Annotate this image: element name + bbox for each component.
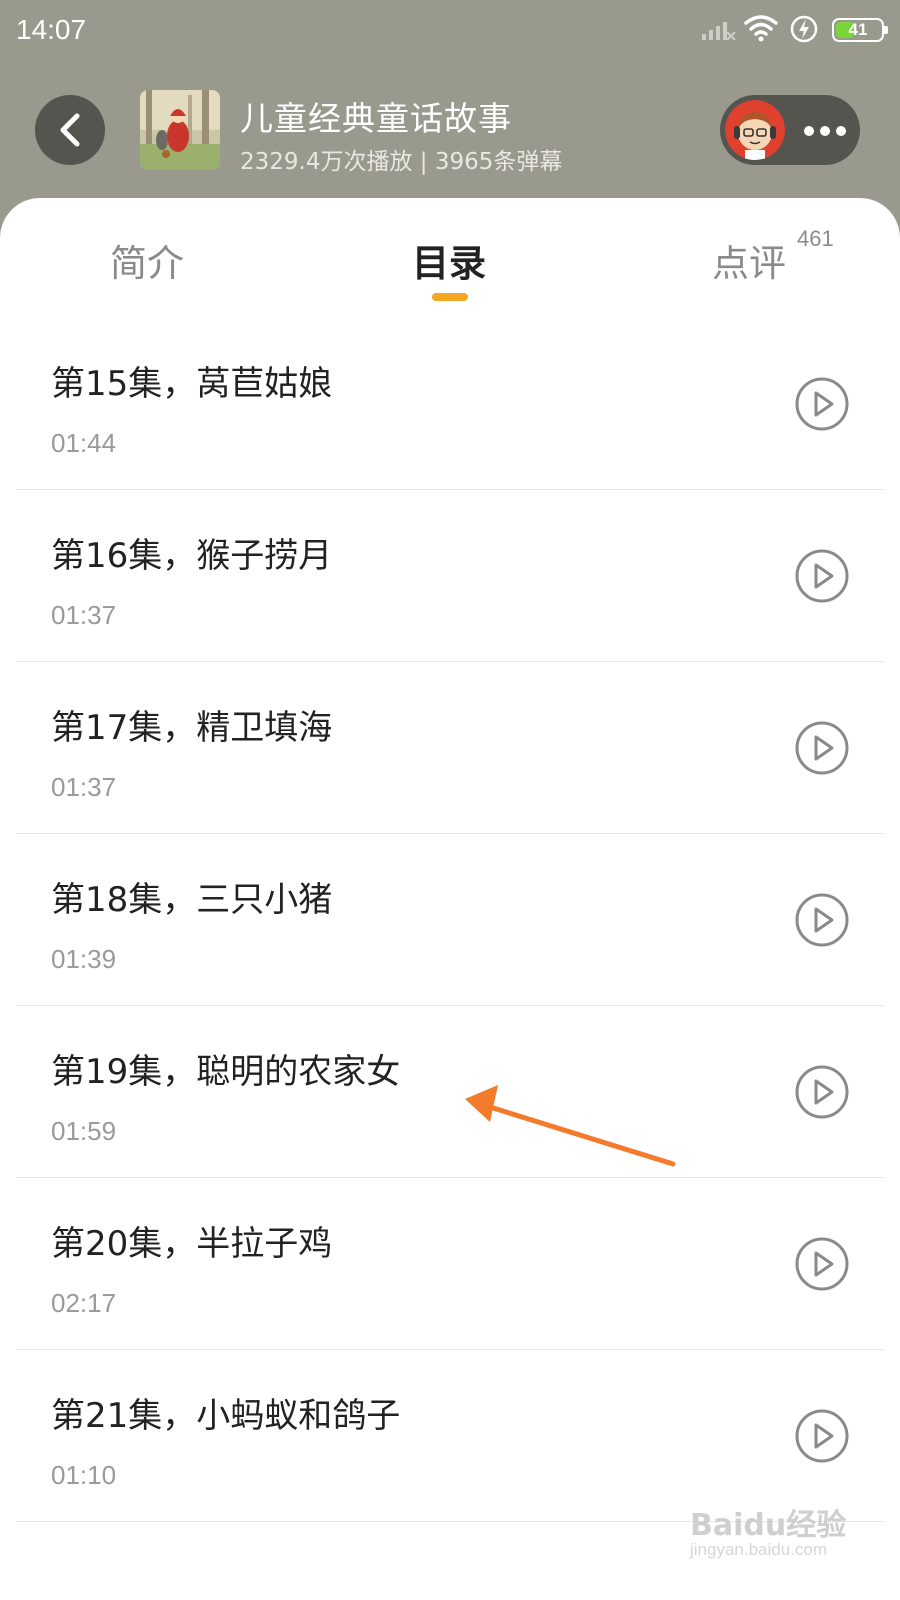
tab-catalog[interactable]: 目录 xyxy=(412,233,486,287)
episode-item[interactable]: 第15集，莴苣姑娘 01:44 xyxy=(16,318,884,490)
status-time: 14:07 xyxy=(16,14,87,45)
episode-title: 第20集，半拉子鸡 xyxy=(51,1224,333,1264)
header-actions xyxy=(720,95,860,165)
album-stats: 2329.4万次播放 | 3965条弹幕 xyxy=(240,149,563,175)
episode-title: 第21集，小蚂蚁和鸽子 xyxy=(51,1396,401,1436)
episode-duration: 01:10 xyxy=(51,1460,117,1490)
avatar[interactable] xyxy=(725,100,785,160)
episode-duration: 01:37 xyxy=(51,772,117,802)
episode-item[interactable]: 第18集，三只小猪 01:39 xyxy=(16,834,884,1006)
play-icon[interactable] xyxy=(794,1236,850,1292)
episode-duration: 01:44 xyxy=(51,428,117,458)
episode-title: 第17集，精卫填海 xyxy=(51,708,333,748)
play-icon[interactable] xyxy=(794,1064,850,1120)
play-icon[interactable] xyxy=(794,376,850,432)
content-card: 简介 目录 点评 461 第15集，莴苣姑娘 01:44 第16集，猴子捞月 0… xyxy=(0,198,900,1600)
battery-level: 41 xyxy=(848,20,868,39)
episode-title: 第19集，聪明的农家女 xyxy=(51,1052,401,1092)
episode-duration: 01:39 xyxy=(51,944,117,974)
play-icon[interactable] xyxy=(794,548,850,604)
episode-duration: 01:59 xyxy=(51,1116,117,1146)
episode-duration: 01:37 xyxy=(51,600,117,630)
episode-item[interactable]: 第19集，聪明的农家女 01:59 xyxy=(16,1006,884,1178)
more-button[interactable] xyxy=(790,95,860,165)
episode-title: 第15集，莴苣姑娘 xyxy=(51,364,333,404)
watermark-logo: Baidu经验 xyxy=(690,1508,847,1543)
episode-title: 第16集，猴子捞月 xyxy=(51,536,333,576)
episode-item[interactable]: 第21集，小蚂蚁和鸽子 01:10 xyxy=(16,1350,884,1522)
play-icon[interactable] xyxy=(794,1408,850,1464)
battery-indicator: 41 xyxy=(832,18,888,42)
charge-icon xyxy=(790,15,818,43)
review-count-badge: 461 xyxy=(797,226,834,251)
tab-intro[interactable]: 简介 xyxy=(110,233,184,287)
play-icon[interactable] xyxy=(794,720,850,776)
album-title: 儿童经典童话故事 xyxy=(240,99,512,138)
status-bar: 14:07 41 xyxy=(0,0,900,64)
signal-icon xyxy=(702,22,736,41)
wifi-icon xyxy=(744,15,778,42)
episode-duration: 02:17 xyxy=(51,1288,117,1318)
play-icon[interactable] xyxy=(794,892,850,948)
watermark-url: jingyan.baidu.com xyxy=(690,1540,828,1559)
episode-item[interactable]: 第17集，精卫填海 01:37 xyxy=(16,662,884,834)
more-icon xyxy=(804,126,814,136)
episode-list: 第15集，莴苣姑娘 01:44 第16集，猴子捞月 01:37 第17集，精卫填… xyxy=(0,318,900,1522)
active-tab-indicator xyxy=(432,293,468,301)
episode-item[interactable]: 第16集，猴子捞月 01:37 xyxy=(16,490,884,662)
album-cover[interactable] xyxy=(140,90,220,170)
episode-title: 第18集，三只小猪 xyxy=(51,880,333,920)
back-icon xyxy=(60,113,80,147)
back-button[interactable] xyxy=(35,95,105,165)
episode-item[interactable]: 第20集，半拉子鸡 02:17 xyxy=(16,1178,884,1350)
tab-review[interactable]: 点评 xyxy=(712,233,786,287)
